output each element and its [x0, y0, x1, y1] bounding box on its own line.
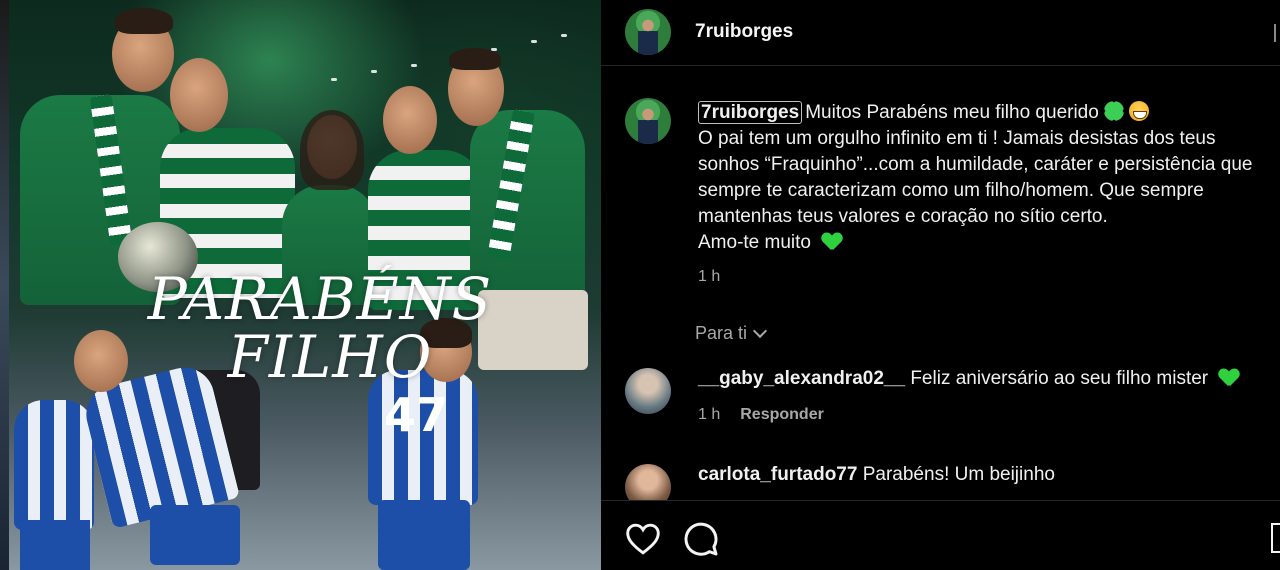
- comment-text: __gaby_alexandra02__ Feliz aniversário a…: [698, 368, 1239, 390]
- caption-line6-row: Amo-te muito: [698, 230, 1280, 256]
- overlay-title: PARABÉNS FILHO: [140, 270, 500, 386]
- caption-timestamp[interactable]: 1 h: [698, 268, 720, 286]
- person-left-hair: [115, 8, 173, 34]
- caption-line1: Muitos Parabéns meu filho querido: [805, 102, 1099, 123]
- caption-line4: sempre te caracterizam como um filho/hom…: [698, 180, 1204, 201]
- post-header: 7ruiborges: [601, 0, 1280, 66]
- action-bar: [601, 500, 1280, 570]
- caption-line5: mantenhas teus valores e coração no síti…: [698, 206, 1108, 227]
- commenter-username[interactable]: __gaby_alexandra02__: [698, 368, 905, 389]
- player-edge-shorts: [20, 520, 90, 570]
- for-you-toggle[interactable]: Para ti: [695, 323, 768, 344]
- person-second-head: [170, 58, 228, 132]
- stadium-lights: [311, 30, 571, 90]
- caption-line1-row: 7ruiborges Muitos Parabéns meu filho quer…: [698, 100, 1280, 126]
- reply-button[interactable]: Responder: [740, 406, 824, 424]
- post-side-panel: 7ruiborges 7ruiborges Muitos Parabéns meu…: [601, 0, 1280, 570]
- more-options-icon[interactable]: [1274, 24, 1280, 42]
- caption-text: 7ruiborges Muitos Parabéns meu filho quer…: [698, 100, 1280, 256]
- caption-avatar[interactable]: [625, 98, 671, 144]
- comment-meta: 1 h Responder: [698, 406, 824, 424]
- caption-line3: sonhos “Fraquinho”...com a humildade, ca…: [698, 154, 1253, 175]
- green-heart-emoji-icon: [1219, 369, 1239, 387]
- player-number-47-shorts: [378, 500, 470, 570]
- comment-body: Feliz aniversário ao seu filho mister: [910, 368, 1209, 389]
- caption-line6: Amo-te muito: [698, 232, 811, 253]
- author-username[interactable]: 7ruiborges: [695, 21, 793, 43]
- author-avatar[interactable]: [625, 9, 671, 55]
- jersey-number: 47: [384, 388, 449, 442]
- commenter-avatar[interactable]: [625, 368, 671, 414]
- bookmark-icon[interactable]: [1271, 523, 1280, 553]
- person-woman-hair: [300, 110, 364, 190]
- heart-icon[interactable]: [625, 523, 661, 555]
- person-fourth-head: [383, 86, 437, 154]
- post-image[interactable]: 47 PARABÉNS FILHO: [0, 0, 601, 570]
- person-right-hair: [449, 48, 501, 70]
- comment-body: Parabéns! Um beijinho: [862, 464, 1055, 485]
- chevron-down-icon: [752, 323, 768, 338]
- player-dribbling-shorts: [150, 505, 240, 565]
- overlay-title-line2: FILHO: [227, 323, 433, 391]
- green-heart-emoji-icon: [822, 233, 842, 251]
- caption-line2: O pai tem um orgulho infinito em ti ! Ja…: [698, 128, 1216, 149]
- for-you-label: Para ti: [695, 323, 748, 343]
- comment-icon[interactable]: [683, 521, 719, 557]
- caption-username[interactable]: 7ruiborges: [698, 101, 803, 124]
- comment-timestamp[interactable]: 1 h: [698, 406, 720, 424]
- previous-post-edge: [0, 0, 9, 570]
- commenter-username[interactable]: carlota_furtado77: [698, 464, 857, 485]
- grinning-emoji-icon: [1129, 101, 1150, 121]
- comment-text: carlota_furtado77 Parabéns! Um beijinho: [698, 464, 1055, 486]
- player-left-edge: [14, 400, 94, 530]
- clover-emoji-icon: [1104, 101, 1125, 121]
- player-dribbling-head: [74, 330, 128, 392]
